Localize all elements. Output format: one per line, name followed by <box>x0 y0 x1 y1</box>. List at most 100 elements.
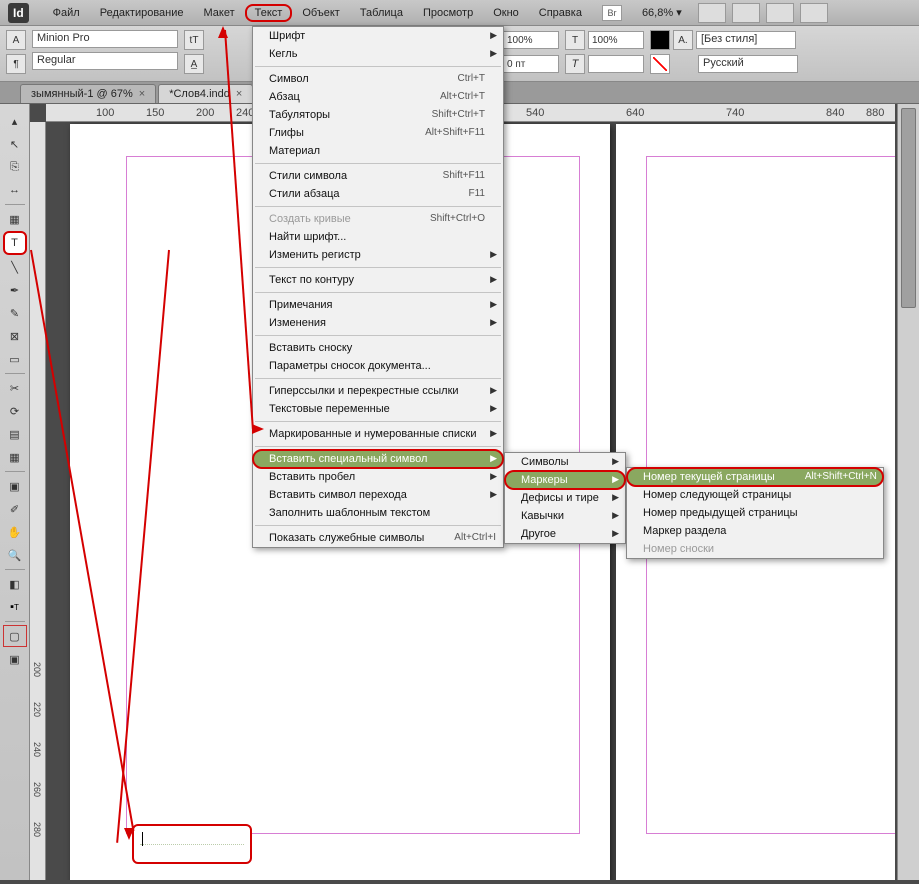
gap-tool[interactable]: ↔ <box>3 179 27 201</box>
menu-text-variables[interactable]: Текстовые переменные▶ <box>253 400 503 418</box>
menu-insert-space[interactable]: Вставить пробел▶ <box>253 468 503 486</box>
rectangle-tool[interactable]: ▭ <box>3 348 27 370</box>
note-tool[interactable]: ▣ <box>3 475 27 497</box>
menu-edit[interactable]: Редактирование <box>90 4 194 22</box>
menu-char-styles[interactable]: Стили символаShift+F11 <box>253 167 503 185</box>
menu-type-on-path[interactable]: Текст по контуру▶ <box>253 271 503 289</box>
scissors-tool[interactable]: ✂ <box>3 377 27 399</box>
menu-object[interactable]: Объект <box>292 4 349 22</box>
language-select[interactable]: Русский <box>698 55 798 73</box>
charstyle-a-icon: A. <box>673 30 693 50</box>
menu-glyphs[interactable]: ГлифыAlt+Shift+F11 <box>253 124 503 142</box>
char-style-select[interactable]: [Без стиля] <box>696 31 796 49</box>
workspace-icon[interactable] <box>800 3 828 23</box>
hand-tool[interactable]: ✋ <box>3 521 27 543</box>
type-tool[interactable]: T <box>3 231 27 255</box>
vertical-scrollbar[interactable] <box>897 104 919 880</box>
text-menu-dropdown: Шрифт▶ Кегль▶ СимволCtrl+T АбзацAlt+Ctrl… <box>252 26 504 548</box>
frame-tool[interactable]: ⊠ <box>3 325 27 347</box>
submenu-symbols[interactable]: Символы▶ <box>505 453 625 471</box>
close-icon[interactable]: × <box>139 88 145 100</box>
menu-insert-footnote[interactable]: Вставить сноску <box>253 339 503 357</box>
menu-file[interactable]: Файл <box>43 4 90 22</box>
menu-tabs[interactable]: ТабуляторыShift+Ctrl+T <box>253 106 503 124</box>
menu-find-font[interactable]: Найти шрифт... <box>253 228 503 246</box>
stroke-icon[interactable] <box>650 54 670 74</box>
menu-track-changes[interactable]: Изменения▶ <box>253 314 503 332</box>
view-options-icon[interactable] <box>766 3 794 23</box>
char-mode-icon[interactable]: A <box>6 30 26 50</box>
close-icon[interactable]: × <box>236 88 242 100</box>
line-tool[interactable]: ╲ <box>3 256 27 278</box>
submenu-other[interactable]: Другое▶ <box>505 525 625 543</box>
marker-current-page[interactable]: Номер текущей страницыAlt+Shift+Ctrl+N <box>627 468 883 486</box>
menu-bulleted-lists[interactable]: Маркированные и нумерованные списки▶ <box>253 425 503 443</box>
screen-mode-icon[interactable] <box>698 3 726 23</box>
bridge-icon[interactable]: Br <box>602 5 622 21</box>
submenu-quotes[interactable]: Кавычки▶ <box>505 507 625 525</box>
baseline-input[interactable] <box>503 55 559 73</box>
skew-input[interactable] <box>588 55 644 73</box>
menu-layout[interactable]: Макет <box>194 4 245 22</box>
pencil-tool[interactable]: ✎ <box>3 302 27 324</box>
menu-footnote-options[interactable]: Параметры сносок документа... <box>253 357 503 375</box>
fill-stroke-icon[interactable]: ◧ <box>3 573 27 595</box>
menu-hyperlinks[interactable]: Гиперссылки и перекрестные ссылки▶ <box>253 382 503 400</box>
para-mode-icon[interactable]: ¶ <box>6 54 26 74</box>
menu-insert-break[interactable]: Вставить символ перехода▶ <box>253 486 503 504</box>
menu-table[interactable]: Таблица <box>350 4 413 22</box>
selection-tool[interactable]: ▴ <box>3 110 27 132</box>
fill-icon[interactable] <box>650 30 670 50</box>
skew-icon: T <box>565 54 585 74</box>
menu-size[interactable]: Кегль▶ <box>253 45 503 63</box>
marker-section[interactable]: Маркер раздела <box>627 522 883 540</box>
zoom-level[interactable]: 66,8% ▾ <box>636 4 688 21</box>
toolbox: ▴ ↖ ⎘ ↔ ▦ T ╲ ✒ ✎ ⊠ ▭ ✂ ⟳ ▤ ▦ ▣ ✐ ✋ 🔍 ◧ … <box>0 104 30 880</box>
vscale-icon: T <box>565 30 585 50</box>
direct-selection-tool[interactable]: ↖ <box>3 133 27 155</box>
submenu-hyphens[interactable]: Дефисы и тире▶ <box>505 489 625 507</box>
text-frame[interactable] <box>132 824 252 864</box>
menu-font[interactable]: Шрифт▶ <box>253 27 503 45</box>
marker-prev-page[interactable]: Номер предыдущей страницы <box>627 504 883 522</box>
menu-fill-placeholder[interactable]: Заполнить шаблонным текстом <box>253 504 503 522</box>
gradient-tool[interactable]: ▤ <box>3 423 27 445</box>
menu-window[interactable]: Окно <box>483 4 529 22</box>
page-tool[interactable]: ⎘ <box>3 156 27 178</box>
hscale-input[interactable] <box>503 31 559 49</box>
menu-story[interactable]: Материал <box>253 142 503 160</box>
app-logo: Id <box>8 3 29 23</box>
menu-character[interactable]: СимволCtrl+T <box>253 70 503 88</box>
doc-tab-1[interactable]: зымянный-1 @ 67%× <box>20 84 156 103</box>
menu-para-styles[interactable]: Стили абзацаF11 <box>253 185 503 203</box>
content-tool[interactable]: ▦ <box>3 208 27 230</box>
screen-mode-tool[interactable]: ▢ <box>3 625 27 647</box>
arrange-icon[interactable] <box>732 3 760 23</box>
menu-create-outlines: Создать кривыеShift+Ctrl+O <box>253 210 503 228</box>
zoom-tool[interactable]: 🔍 <box>3 544 27 566</box>
marker-footnote: Номер сноски <box>627 540 883 558</box>
special-char-submenu: Символы▶ Маркеры▶ Дефисы и тире▶ Кавычки… <box>504 452 626 544</box>
eyedropper-tool[interactable]: ✐ <box>3 498 27 520</box>
apply-color-icon[interactable]: ▪T <box>3 596 27 618</box>
menu-notes[interactable]: Примечания▶ <box>253 296 503 314</box>
transform-tool[interactable]: ⟳ <box>3 400 27 422</box>
swatch-tool[interactable]: ▦ <box>3 446 27 468</box>
menu-insert-special-char[interactable]: Вставить специальный символ▶ <box>253 450 503 468</box>
menu-show-hidden[interactable]: Показать служебные символыAlt+Ctrl+I <box>253 529 503 547</box>
pen-tool[interactable]: ✒ <box>3 279 27 301</box>
submenu-markers[interactable]: Маркеры▶ <box>505 471 625 489</box>
font-family-select[interactable]: Minion Pro <box>32 30 178 48</box>
menu-text[interactable]: Текст <box>245 4 293 22</box>
menu-paragraph[interactable]: АбзацAlt+Ctrl+T <box>253 88 503 106</box>
preview-mode-tool[interactable]: ▣ <box>3 648 27 670</box>
menu-help[interactable]: Справка <box>529 4 592 22</box>
menu-view[interactable]: Просмотр <box>413 4 483 22</box>
font-style-select[interactable]: Regular <box>32 52 178 70</box>
doc-tab-2[interactable]: *Слов4.indd× <box>158 84 253 103</box>
scrollbar-thumb[interactable] <box>901 108 916 308</box>
marker-next-page[interactable]: Номер следующей страницы <box>627 486 883 504</box>
markers-submenu: Номер текущей страницыAlt+Shift+Ctrl+N Н… <box>626 467 884 559</box>
menu-change-case[interactable]: Изменить регистр▶ <box>253 246 503 264</box>
vscale-input[interactable] <box>588 31 644 49</box>
